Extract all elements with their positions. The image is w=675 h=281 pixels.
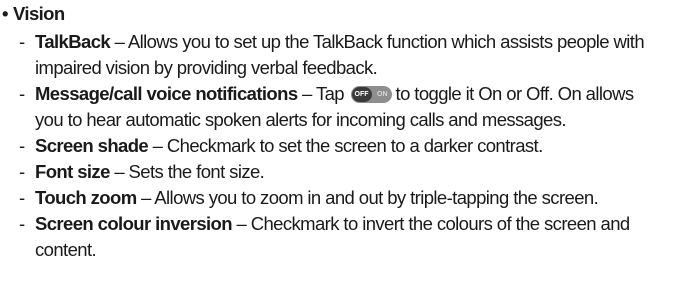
item-term: Screen shade — [35, 135, 149, 156]
item-description: – Allows you to zoom in and out by tripl… — [136, 187, 599, 208]
item-term: TalkBack — [35, 31, 111, 52]
toggle-off-label: OFF — [351, 87, 372, 102]
bullet-icon: • — [2, 3, 8, 24]
list-item-touch-zoom: - Touch zoom – Allows you to zoom in and … — [19, 185, 669, 211]
item-term: Message/call voice notifications — [35, 83, 298, 104]
dash-marker: - — [19, 213, 25, 234]
dash-marker: - — [19, 187, 25, 208]
dash-marker: - — [19, 161, 25, 182]
list-item-talkback: - TalkBack – Allows you to set up the Tal… — [19, 29, 669, 81]
list-item-colour-inversion: - Screen colour inversion – Checkmark to … — [19, 211, 669, 263]
toggle-on-label: ON — [377, 91, 388, 98]
item-term: Touch zoom — [35, 187, 137, 208]
item-description: – Checkmark to invert the colours of the… — [231, 213, 631, 234]
item-term: Screen colour inversion — [35, 213, 233, 234]
item-description-continued: you to hear automatic spoken alerts for … — [35, 109, 567, 130]
item-term: Font size — [35, 161, 110, 182]
section-title: Vision — [13, 3, 65, 24]
list-item-voice-notifications: - Message/call voice notifications – Tap … — [19, 81, 669, 133]
item-description: – Allows you to set up the TalkBack func… — [110, 31, 645, 52]
item-description: – Checkmark to set the screen to a darke… — [148, 135, 544, 156]
item-description-continued: impaired vision by providing verbal feed… — [35, 57, 378, 78]
section-heading: • Vision — [2, 3, 65, 25]
item-description: – Sets the font size. — [109, 161, 265, 182]
item-description-continued: content. — [35, 239, 97, 260]
off-on-toggle-icon: OFF ON — [350, 86, 392, 103]
manual-page: • Vision - TalkBack – Allows you to set up… — [0, 0, 675, 281]
item-description-after-toggle: to toggle it On or Off. On allows — [395, 83, 635, 104]
item-description: – Tap — [297, 83, 345, 104]
dash-marker: - — [19, 135, 25, 156]
list-item-font-size: - Font size – Sets the font size. — [19, 159, 669, 185]
list-item-screen-shade: - Screen shade – Checkmark to set the scr… — [19, 133, 669, 159]
dash-marker: - — [19, 83, 25, 104]
dash-marker: - — [19, 31, 25, 52]
